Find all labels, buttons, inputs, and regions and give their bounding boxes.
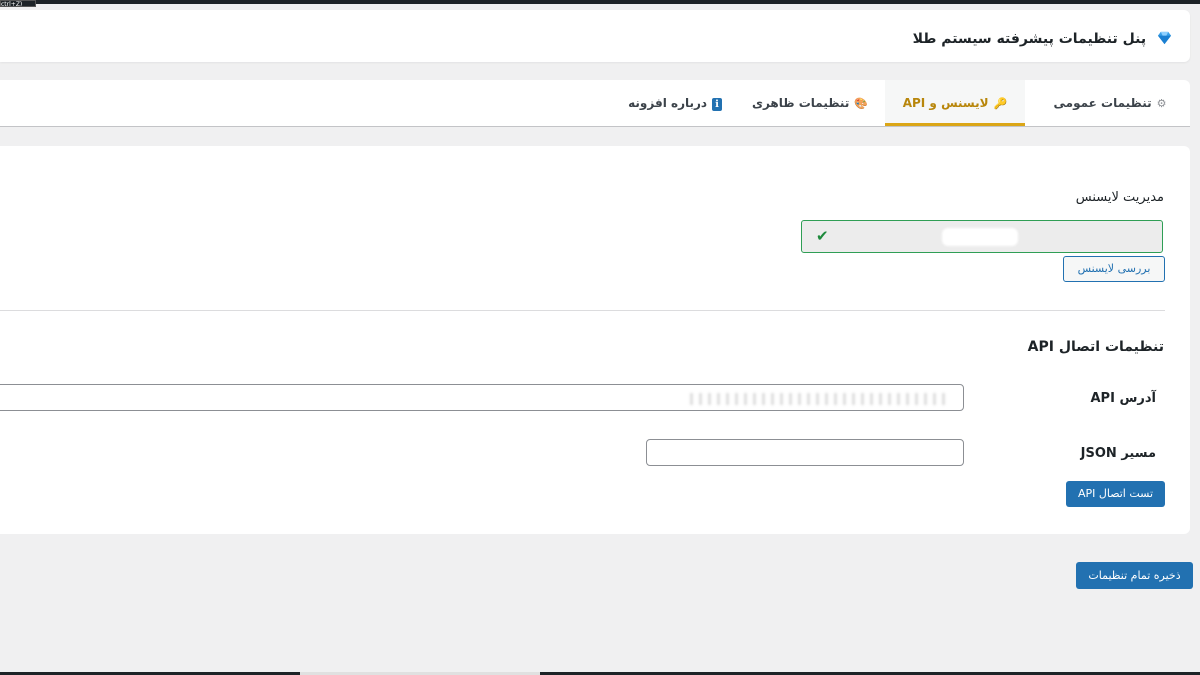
license-section-title: مدیریت لایسنس xyxy=(1075,190,1164,205)
tab-license-api[interactable]: 🔑 لایسنس و API xyxy=(885,80,1025,126)
gear-icon: ⚙ xyxy=(1156,97,1167,110)
masked-license-key xyxy=(942,228,1018,246)
save-all-settings-button[interactable]: ذخیره تمام تنظیمات xyxy=(1076,562,1193,589)
page-title: پنل تنظیمات پیشرفته سیستم طلا xyxy=(912,31,1147,47)
tab-label: درباره افزونه xyxy=(628,96,708,110)
palette-icon: 🎨 xyxy=(854,97,869,110)
masked-api-address xyxy=(690,393,950,405)
json-path-input[interactable] xyxy=(646,439,964,466)
info-icon: ℹ xyxy=(712,98,722,111)
tab-label: لایسنس و API xyxy=(902,96,989,110)
header-card: پنل تنظیمات پیشرفته سیستم طلا xyxy=(0,10,1190,62)
api-section-title: تنظیمات اتصال API xyxy=(1027,339,1164,355)
tab-bar: ⚙ تنظیمات عمومی 🔑 لایسنس و API 🎨 تنظیمات ظا… xyxy=(0,80,1190,127)
license-key-field[interactable]: ✔ xyxy=(801,220,1163,253)
section-divider xyxy=(0,310,1165,311)
diamond-icon xyxy=(1157,31,1172,45)
tab-label: تنظیمات ظاهری xyxy=(751,96,850,110)
json-path-label: مسیر JSON xyxy=(1080,446,1156,461)
check-license-button[interactable]: بررسی لایسنس xyxy=(1063,256,1165,282)
key-icon: 🔑 xyxy=(993,97,1008,110)
api-address-label: آدرس API xyxy=(1090,391,1156,406)
corner-tag: ctrl+Z) xyxy=(0,0,36,7)
settings-panel: مدیریت لایسنس ✔ بررسی لایسنس تنظیمات اتص… xyxy=(0,146,1190,534)
tab-label: تنظیمات عمومی xyxy=(1053,96,1152,110)
tab-about[interactable]: ℹ درباره افزونه xyxy=(620,80,730,126)
tab-general-settings[interactable]: ⚙ تنظیمات عمومی xyxy=(1030,80,1190,126)
test-api-button[interactable]: تست اتصال API xyxy=(1066,481,1165,507)
check-icon: ✔ xyxy=(816,227,829,245)
page-title-wrap: پنل تنظیمات پیشرفته سیستم طلا xyxy=(913,30,1172,47)
admin-top-bar xyxy=(0,0,1200,4)
tab-appearance[interactable]: 🎨 تنظیمات ظاهری xyxy=(735,80,885,126)
